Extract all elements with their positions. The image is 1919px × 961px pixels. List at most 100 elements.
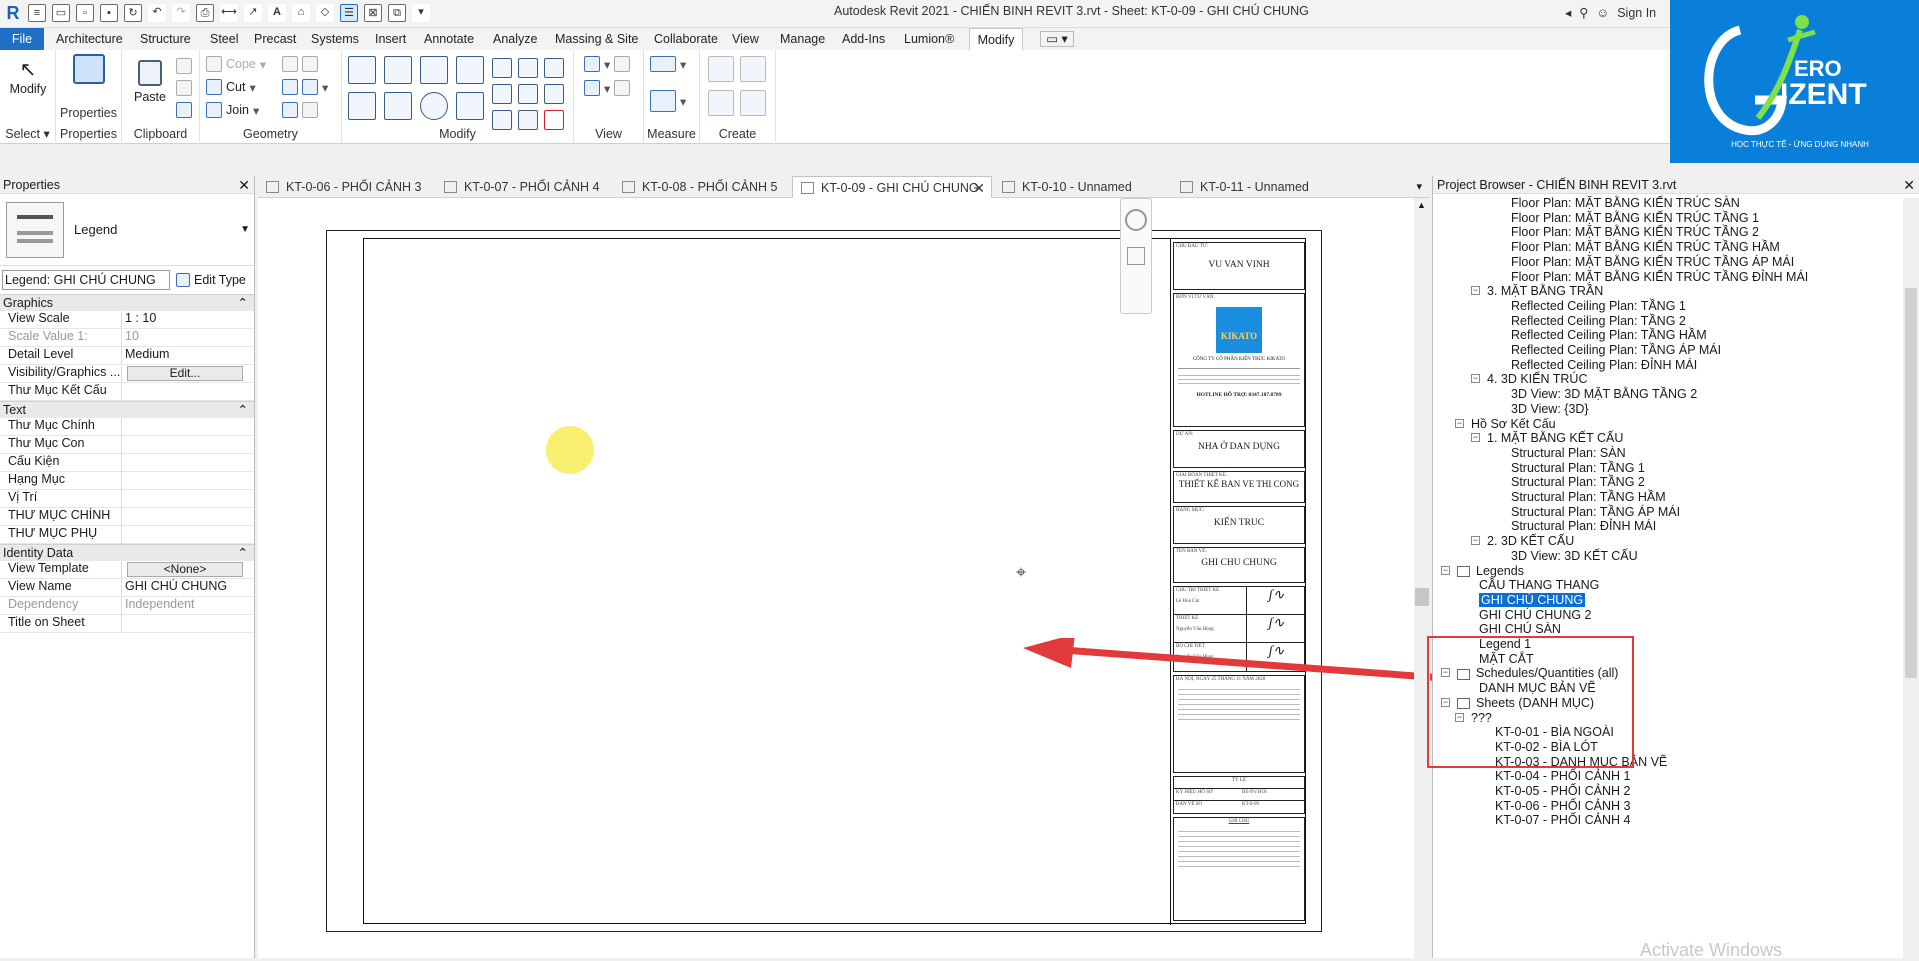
hide-in-view-icon[interactable]: ▾: [584, 56, 631, 72]
property-value[interactable]: [122, 418, 254, 435]
section-icon[interactable]: ◇: [316, 4, 334, 22]
tab-structure[interactable]: Structure: [136, 28, 195, 50]
property-value[interactable]: [122, 615, 254, 632]
close-icon[interactable]: ✕: [1903, 176, 1915, 194]
scroll-up-icon[interactable]: ▲: [1417, 200, 1426, 210]
tree-toggle-icon[interactable]: −: [1441, 565, 1450, 575]
view-tab[interactable]: KT-0-08 - PHỐI CẢNH 5: [614, 176, 790, 198]
dimension-icon[interactable]: ↗: [244, 4, 262, 22]
thin-lines-icon[interactable]: ☰: [340, 4, 358, 22]
steering-wheel-icon[interactable]: [1125, 209, 1147, 231]
tab-list-icon[interactable]: ▾: [1416, 180, 1422, 193]
new-icon[interactable]: ▫: [76, 4, 94, 22]
switch-windows-icon[interactable]: ⧉: [388, 4, 406, 22]
sign-in-link[interactable]: Sign In: [1617, 6, 1656, 20]
property-row[interactable]: Dependency Independent: [0, 597, 254, 615]
copy-icon[interactable]: [176, 80, 192, 96]
view-tab-active[interactable]: KT-0-09 - GHI CHÚ CHUNG ✕: [792, 176, 992, 198]
user-icon[interactable]: ☺: [1596, 6, 1609, 20]
split-gap-icon[interactable]: [518, 58, 538, 78]
tab-manage[interactable]: Manage: [776, 28, 829, 50]
split-face-icon[interactable]: ▾: [282, 79, 328, 95]
view-tab[interactable]: KT-0-11 - Unnamed: [1172, 176, 1348, 198]
property-value[interactable]: GHI CHÚ CHUNG: [122, 579, 254, 596]
tree-toggle-icon[interactable]: −: [1471, 286, 1480, 296]
tab-modify[interactable]: Modify: [969, 28, 1023, 50]
cope-button[interactable]: Cope ▾: [206, 56, 266, 72]
wall-joins-icon[interactable]: [282, 56, 318, 72]
scale-icon[interactable]: [518, 84, 538, 104]
tab-systems[interactable]: Systems: [307, 28, 363, 50]
sync-icon[interactable]: ↻: [124, 4, 142, 22]
measure-icon[interactable]: ⟷: [220, 4, 238, 22]
sign-in-area[interactable]: ◂ ⚲ ☺ Sign In: [1565, 5, 1656, 21]
property-value[interactable]: 10: [122, 329, 254, 346]
view-tab[interactable]: KT-0-06 - PHỐI CẢNH 3: [258, 176, 434, 198]
collapse-icon[interactable]: ⌃: [238, 402, 248, 419]
property-row[interactable]: Thư Mục Kết Cấu: [0, 383, 254, 401]
type-selector-preview[interactable]: Legend ▼: [0, 194, 254, 266]
property-value[interactable]: [122, 490, 254, 507]
property-row[interactable]: View Template <None>: [0, 561, 254, 579]
instance-filter-dropdown[interactable]: Legend: GHI CHÚ CHUNG⌄: [2, 270, 170, 305]
property-value[interactable]: [122, 526, 254, 543]
properties-button[interactable]: [64, 54, 114, 88]
tab-add-ins[interactable]: Add-Ins: [838, 28, 889, 50]
match-type-icon[interactable]: [176, 102, 192, 118]
panel-label[interactable]: Select ▾: [0, 126, 55, 141]
section-graphics[interactable]: Graphics ⌃: [0, 294, 254, 311]
unpin-icon[interactable]: [544, 58, 564, 78]
tab-architecture[interactable]: Architecture: [52, 28, 127, 50]
vertical-scrollbar[interactable]: ▲: [1414, 198, 1430, 958]
tree-toggle-icon[interactable]: −: [1471, 536, 1480, 546]
align-icon[interactable]: [348, 56, 376, 84]
property-value[interactable]: [122, 454, 254, 471]
tab-lumion[interactable]: Lumion®: [900, 28, 958, 50]
offset-icon[interactable]: [384, 56, 412, 84]
close-icon[interactable]: ✕: [238, 176, 250, 194]
property-value[interactable]: Edit...: [122, 365, 254, 382]
tree-toggle-icon[interactable]: −: [1455, 418, 1464, 428]
property-row[interactable]: Vị Trí: [0, 490, 254, 508]
measure-between-icon[interactable]: ▾: [650, 56, 686, 72]
property-row[interactable]: THƯ MỤC CHÍNH: [0, 508, 254, 526]
tab-insert[interactable]: Insert: [371, 28, 410, 50]
section-text[interactable]: Text ⌃: [0, 401, 254, 418]
revit-app-icon[interactable]: R: [4, 4, 22, 22]
section-identity-data[interactable]: Identity Data ⌃: [0, 544, 254, 561]
binoculars-icon[interactable]: ⚲: [1579, 5, 1588, 20]
contextual-dropdown[interactable]: ▭ ▾: [1040, 31, 1074, 47]
menu-icon[interactable]: ≡: [28, 4, 46, 22]
view-tab[interactable]: KT-0-07 - PHỐI CẢNH 4: [436, 176, 612, 198]
text-icon[interactable]: A: [268, 4, 286, 22]
mirror-draw-axis-icon[interactable]: [456, 56, 484, 84]
paste-button[interactable]: Paste: [130, 60, 170, 104]
edit-type-button[interactable]: Edit Type: [176, 273, 246, 287]
rotate-icon[interactable]: [420, 92, 448, 120]
property-row[interactable]: Thư Mục Con: [0, 436, 254, 454]
drawing-canvas[interactable]: CHỦ ĐẦU TƯ: VU VAN VINH ĐƠN VỊ TƯ VẤN: K…: [258, 198, 1689, 958]
tab-precast[interactable]: Precast: [250, 28, 300, 50]
close-tab-icon[interactable]: ✕: [973, 177, 985, 199]
property-row[interactable]: Visibility/Graphics ... Edit...: [0, 365, 254, 383]
copy-element-icon[interactable]: [384, 92, 412, 120]
tree-toggle-icon[interactable]: −: [1471, 374, 1480, 384]
property-value[interactable]: Medium: [122, 347, 254, 364]
property-row[interactable]: Cấu Kiện: [0, 454, 254, 472]
trim-extend-icon[interactable]: [456, 92, 484, 120]
redo-icon[interactable]: ↷: [172, 4, 190, 22]
collapse-icon[interactable]: ⌃: [238, 545, 248, 562]
tree-item[interactable]: 3D View: 3D KẾT CẤU: [1511, 547, 1638, 565]
aligned-dimension-icon[interactable]: ▾: [650, 90, 686, 112]
property-button[interactable]: Edit...: [127, 366, 243, 381]
property-row[interactable]: Detail Level Medium: [0, 347, 254, 365]
join-button[interactable]: Join ▾: [206, 102, 259, 118]
customize-qat-icon[interactable]: ▾: [412, 4, 430, 22]
paint-icon[interactable]: [282, 102, 318, 118]
tab-view[interactable]: View: [728, 28, 763, 50]
cut-button[interactable]: Cut ▾: [206, 79, 256, 95]
tab-steel[interactable]: Steel: [206, 28, 243, 50]
property-button[interactable]: <None>: [127, 562, 243, 577]
create-similar-icon[interactable]: [740, 90, 766, 116]
modify-button[interactable]: ↖ Modify: [6, 58, 50, 96]
